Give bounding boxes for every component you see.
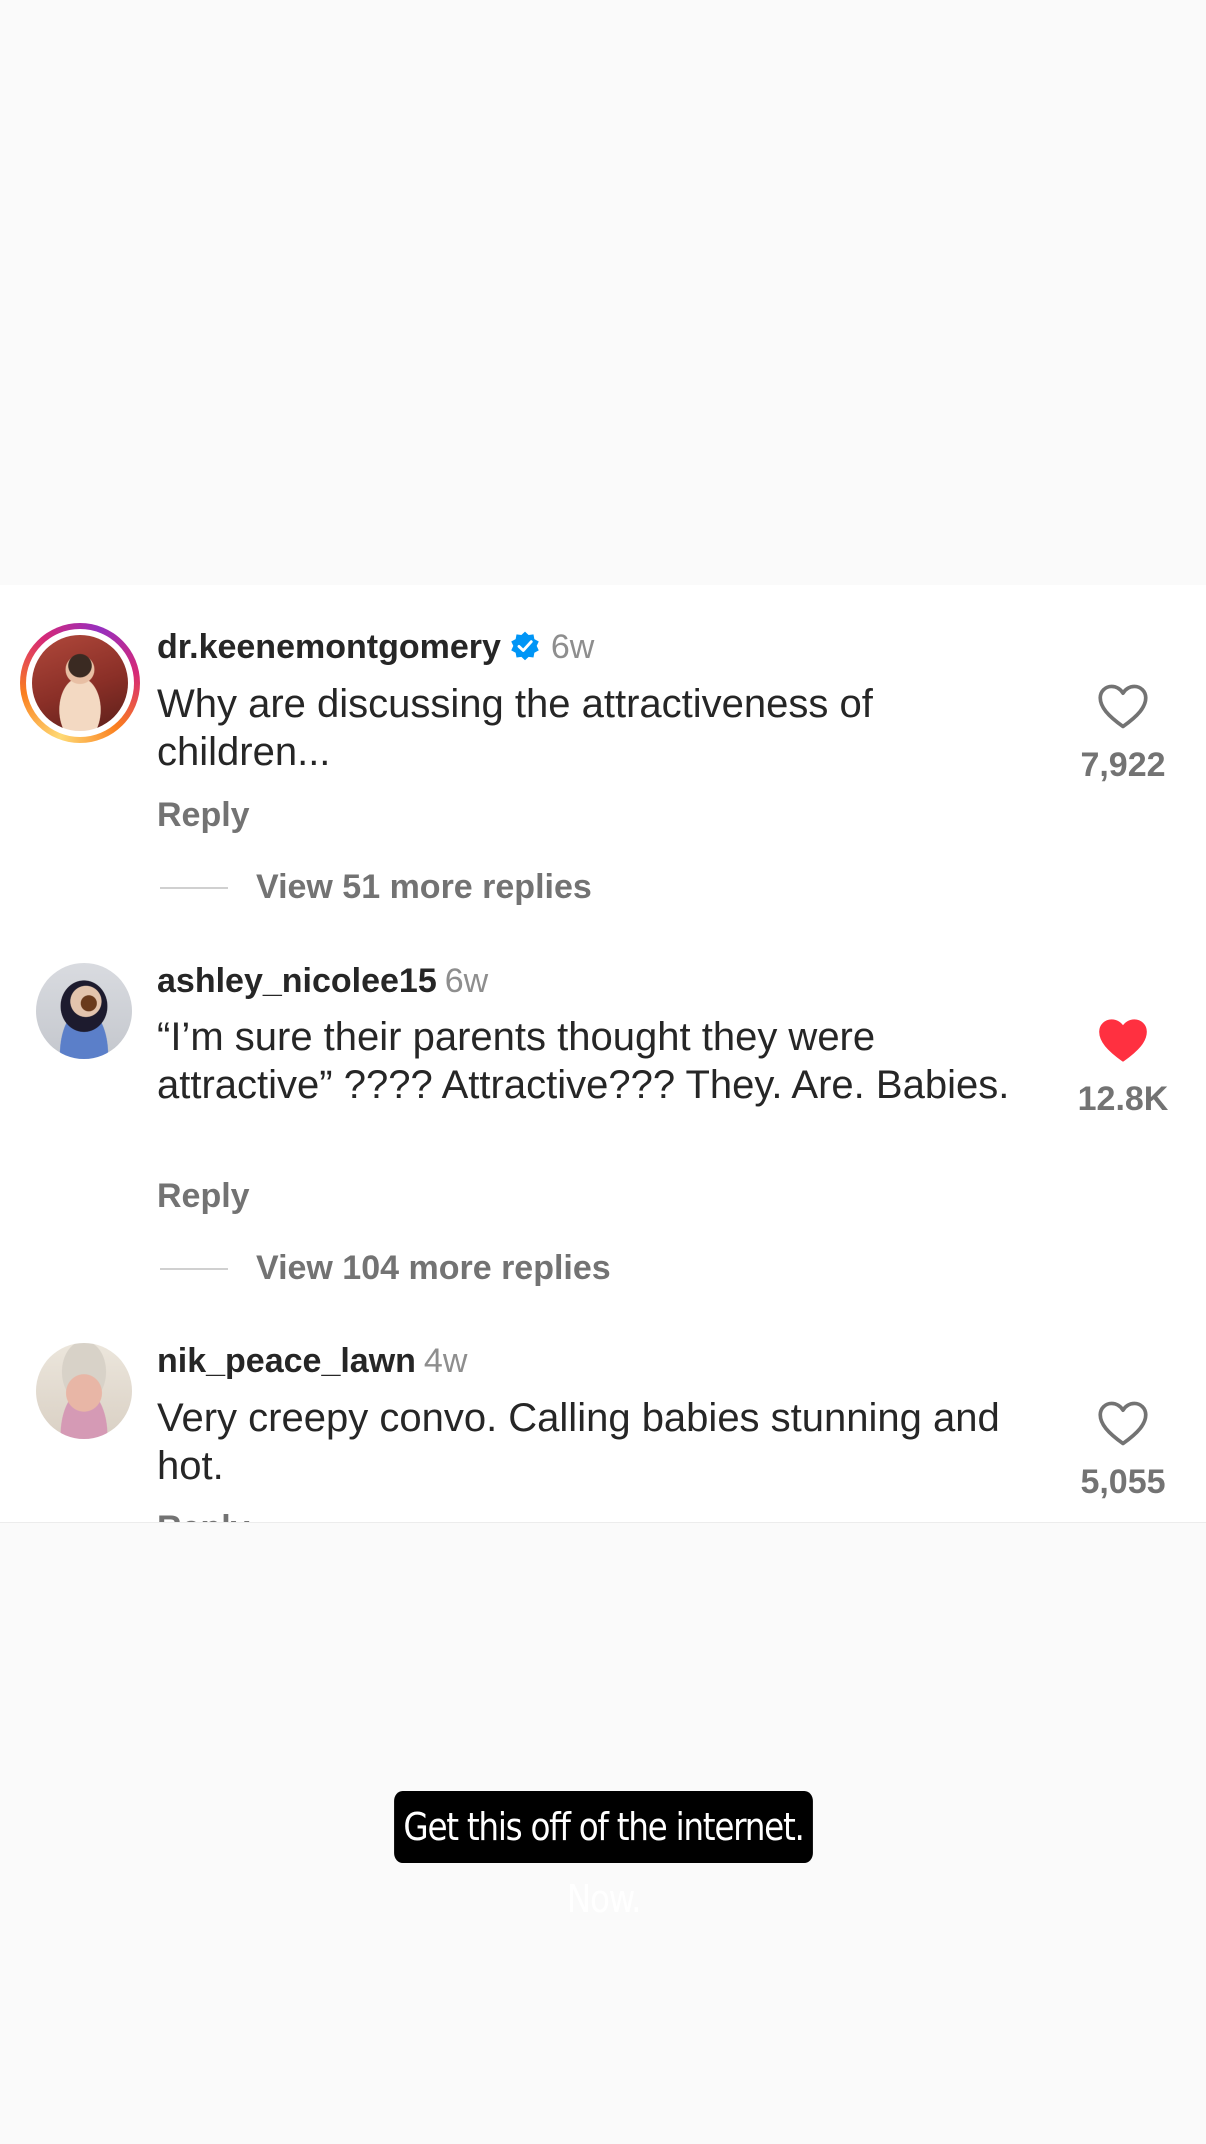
like-count: 5,055 xyxy=(1080,1463,1166,1501)
comment-time: 6w xyxy=(444,962,489,1000)
comment-time: 4w xyxy=(423,1342,468,1380)
comment-header: ashley_nicolee15 6w xyxy=(157,959,488,1003)
view-replies-label: View 104 more replies xyxy=(256,1249,611,1287)
username[interactable]: dr.keenemontgomery xyxy=(157,628,501,666)
avatar[interactable] xyxy=(20,623,140,743)
like-count: 12.8K xyxy=(1077,1080,1169,1118)
like-control: 12.8K xyxy=(1060,1017,1186,1119)
reply-button[interactable]: Reply xyxy=(157,1174,250,1218)
comments-screenshot: dr.keenemontgomery 6w Why are discussing … xyxy=(0,585,1206,1523)
profile-photo-icon xyxy=(32,635,128,731)
view-replies-label: View 51 more replies xyxy=(256,868,592,906)
heart-filled-icon[interactable] xyxy=(1097,1017,1149,1065)
comment-text: Why are discussing the attractiveness of… xyxy=(157,682,873,774)
username[interactable]: nik_peace_lawn xyxy=(157,1342,416,1380)
reply-button[interactable]: Reply xyxy=(157,793,250,837)
reply-button[interactable]: Reply xyxy=(157,1506,250,1522)
avatar[interactable] xyxy=(36,1343,132,1439)
comment-time: 6w xyxy=(550,628,595,666)
verified-badge-icon xyxy=(511,631,539,661)
heart-outline-icon[interactable] xyxy=(1097,683,1149,731)
like-control: 5,055 xyxy=(1060,1400,1186,1502)
comment-text: Very creepy convo. Calling babies stunni… xyxy=(157,1396,1000,1488)
like-control: 7,922 xyxy=(1060,683,1186,785)
like-count: 7,922 xyxy=(1080,746,1166,784)
comment-header: nik_peace_lawn 4w xyxy=(157,1339,467,1383)
comment-header: dr.keenemontgomery 6w xyxy=(157,625,594,669)
comment-text: “I’m sure their parents thought they wer… xyxy=(157,1015,1010,1107)
heart-outline-icon[interactable] xyxy=(1097,1400,1149,1448)
story-caption: Get this off of the internet. Now. xyxy=(394,1791,813,1921)
replies-divider-line xyxy=(160,887,228,889)
replies-divider-line xyxy=(160,1268,228,1270)
username[interactable]: ashley_nicolee15 xyxy=(157,962,437,1000)
avatar[interactable] xyxy=(36,963,132,1059)
blank-background-area xyxy=(0,0,1206,585)
